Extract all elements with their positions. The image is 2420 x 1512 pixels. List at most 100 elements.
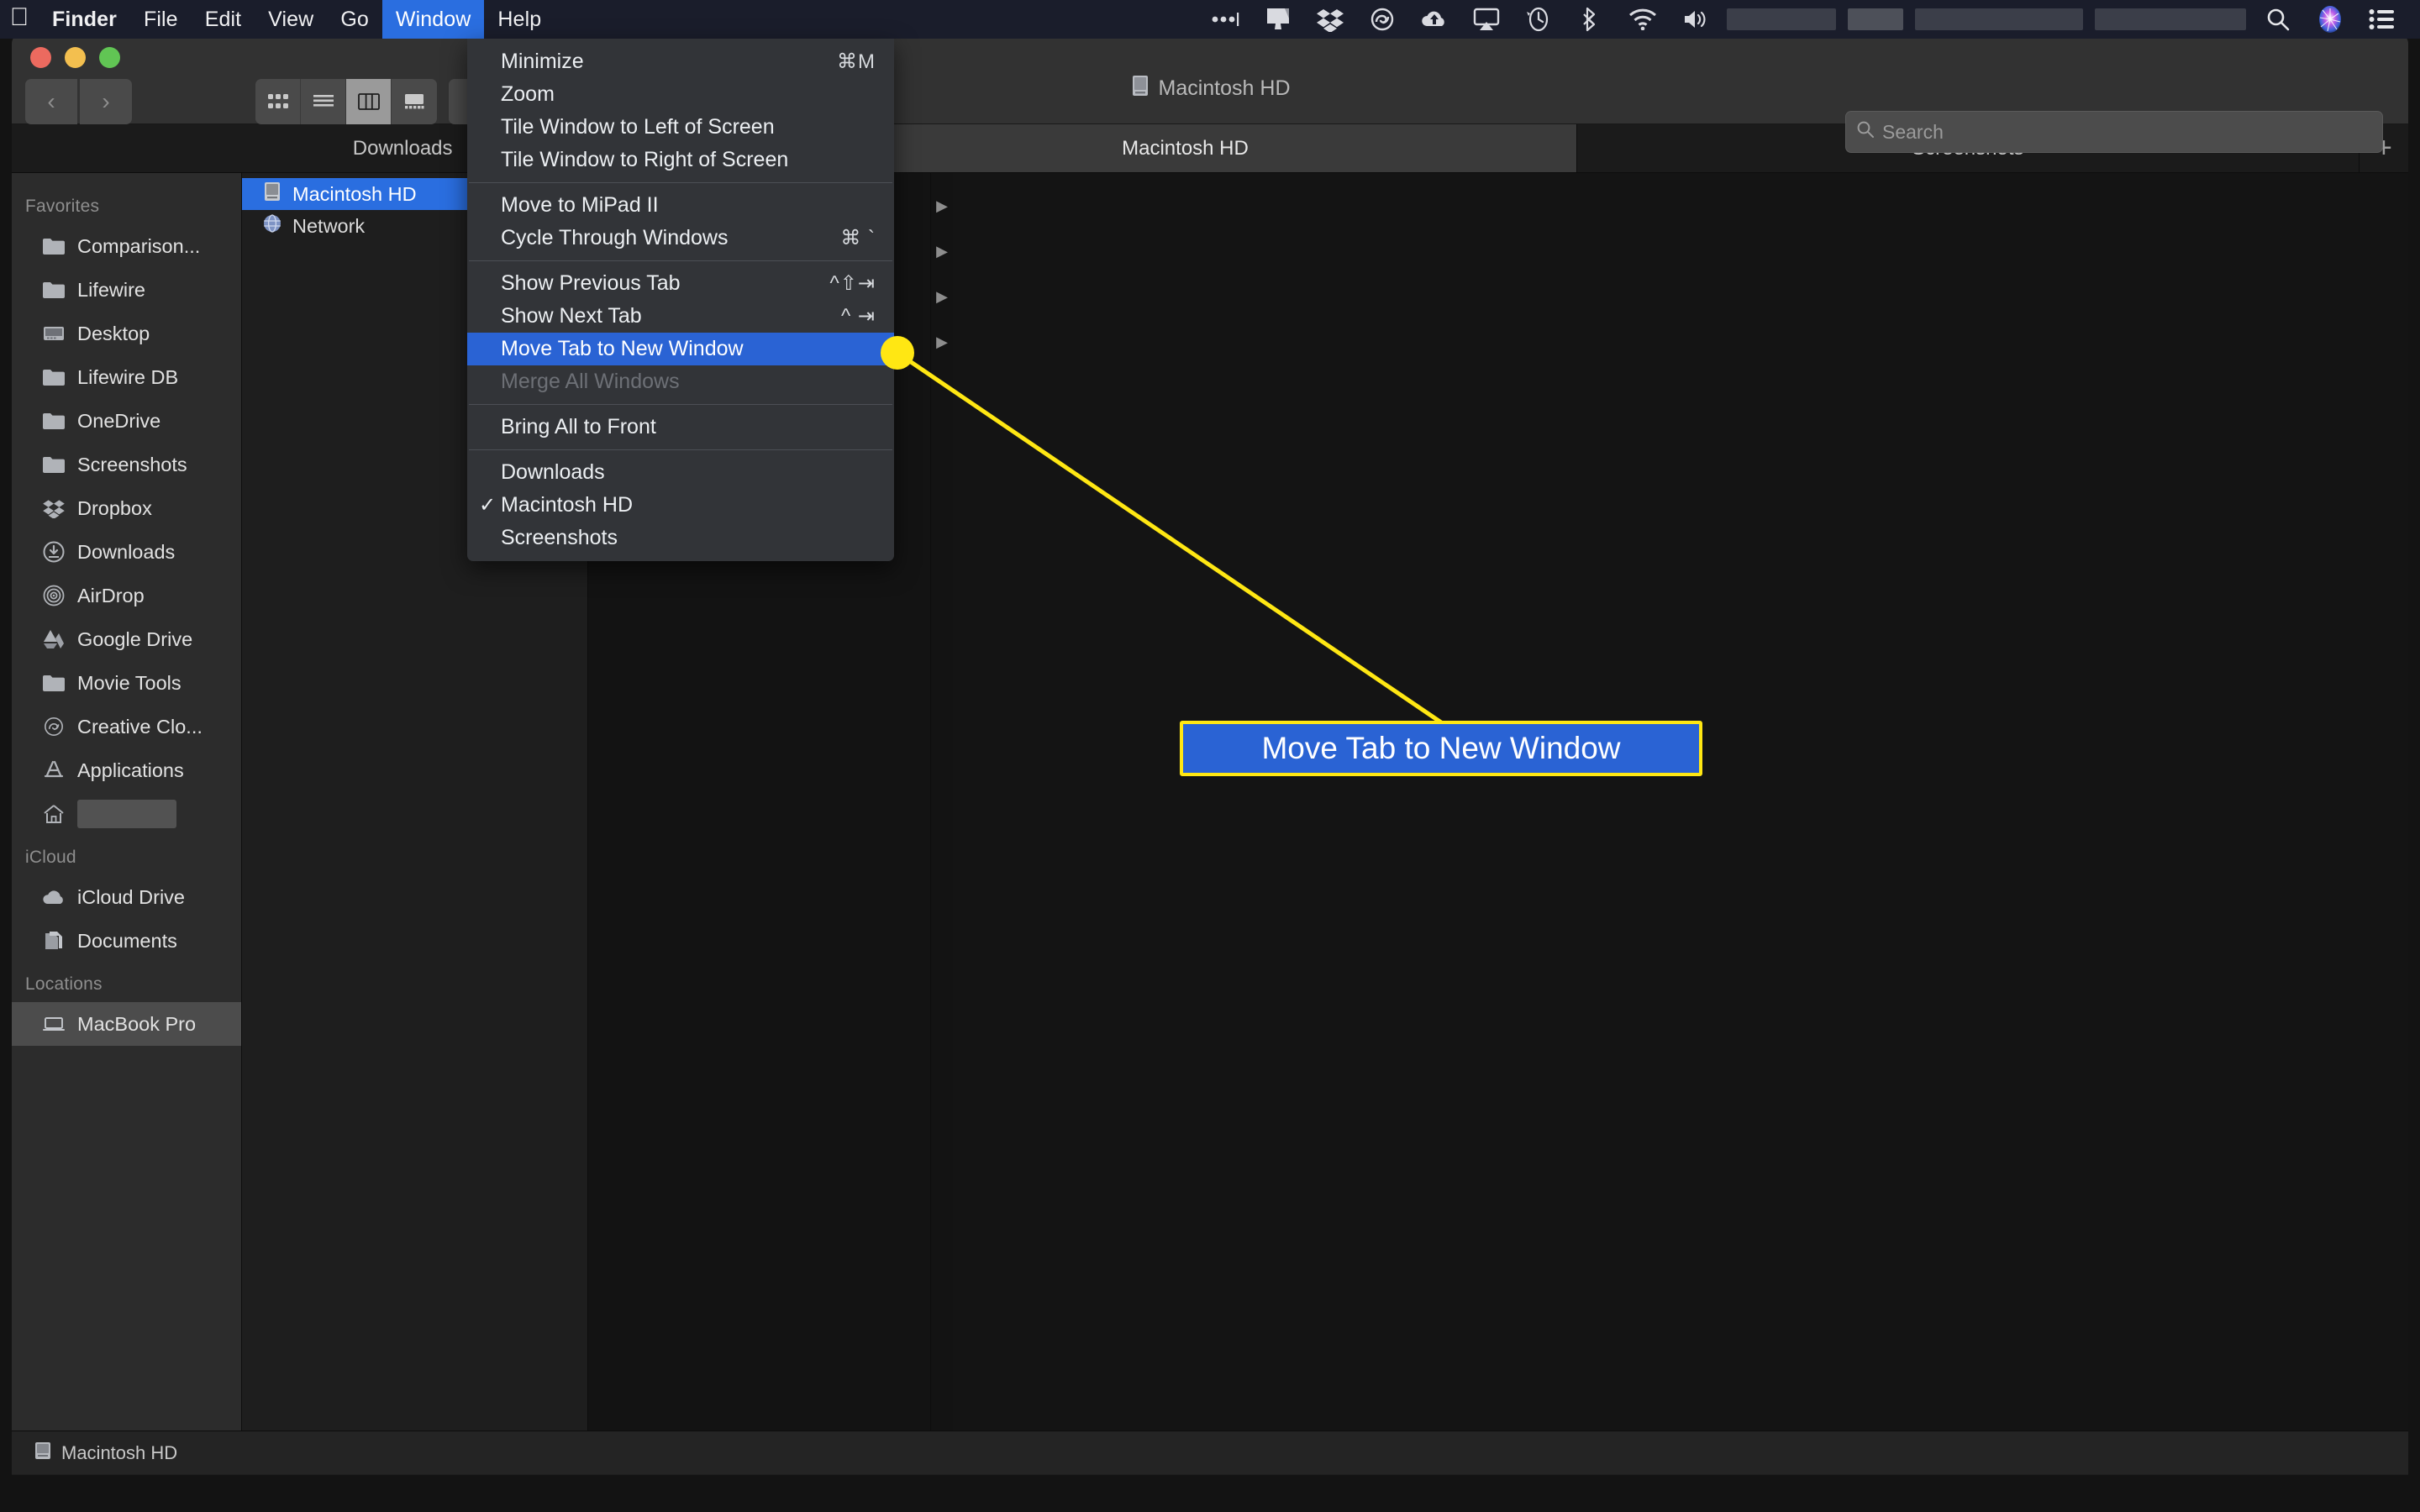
sidebar-item-applications[interactable]: Applications (12, 748, 241, 792)
menu-bar:  Finder File Edit View Go Window Help (0, 0, 2420, 39)
menu-item-label: Minimize (501, 50, 584, 73)
control-center-icon[interactable] (2356, 0, 2408, 39)
time-machine-icon[interactable] (1512, 0, 1565, 39)
menu-item-label: Merge All Windows (501, 370, 680, 393)
callout-label: Move Tab to New Window (1180, 721, 1702, 776)
sidebar-item-dropbox[interactable]: Dropbox (12, 486, 241, 530)
sidebar-item-lifewire-db[interactable]: Lifewire DB (12, 355, 241, 399)
sidebar-item-creative-cloud[interactable]: Creative Clo... (12, 705, 241, 748)
menu-file[interactable]: File (130, 0, 192, 39)
sidebar: Favorites Comparison... Lifewire Desktop… (12, 173, 242, 1431)
minimize-button[interactable] (65, 47, 86, 68)
status-bar: Macintosh HD (12, 1431, 2408, 1474)
menu-item-move-to-mipad[interactable]: Move to MiPad II (467, 189, 894, 222)
sidebar-item-screenshots[interactable]: Screenshots (12, 443, 241, 486)
forward-button[interactable]: › (80, 79, 132, 124)
file-row-label: Network (292, 214, 366, 237)
sidebar-item-label: Applications (77, 759, 184, 781)
menu-item-show-previous-tab[interactable]: Show Previous Tab ^⇧⇥ (467, 267, 894, 300)
icon-view-icon[interactable] (255, 79, 301, 124)
folder-icon (40, 365, 67, 390)
menu-item-move-tab-to-new-window[interactable]: Move Tab to New Window (467, 333, 894, 365)
sidebar-item-icloud-drive[interactable]: iCloud Drive (12, 875, 241, 919)
search-icon (1856, 120, 1875, 144)
sidebar-item-lifewire[interactable]: Lifewire (12, 268, 241, 312)
sidebar-item-movie-tools[interactable]: Movie Tools (12, 661, 241, 705)
display-icon[interactable] (1252, 0, 1304, 39)
sidebar-item-macbook-pro[interactable]: MacBook Pro (12, 1002, 241, 1046)
ellipsis-menu-icon[interactable] (1200, 0, 1252, 39)
redacted-menu-extra-1 (1727, 8, 1836, 30)
menu-item-bring-all-to-front[interactable]: Bring All to Front (467, 411, 894, 444)
menu-item-label: Zoom (501, 82, 555, 106)
siri-icon[interactable] (2304, 0, 2356, 39)
sidebar-item-desktop[interactable]: Desktop (12, 312, 241, 355)
disclosure-arrow-icon[interactable]: ▶ (931, 319, 953, 365)
menu-item-label: Move Tab to New Window (501, 337, 744, 360)
hard-drive-icon (262, 181, 282, 207)
menu-window[interactable]: Window (381, 0, 485, 39)
redacted-menu-extra-2 (1848, 8, 1903, 30)
menu-edit[interactable]: Edit (192, 0, 255, 39)
search-icon[interactable] (2252, 0, 2304, 39)
close-button[interactable] (30, 47, 51, 68)
redacted-home-label (77, 800, 176, 828)
sidebar-item-label: Movie Tools (77, 671, 182, 694)
menu-item-show-next-tab[interactable]: Show Next Tab ^ ⇥ (467, 300, 894, 333)
folder-icon (40, 277, 67, 302)
sidebar-section-icloud: iCloud (25, 848, 76, 867)
creative-cloud-icon (40, 714, 67, 739)
creative-cloud-icon[interactable] (1356, 0, 1408, 39)
dropbox-icon[interactable] (1304, 0, 1356, 39)
wifi-icon[interactable] (1617, 0, 1669, 39)
gallery-view-icon[interactable] (392, 79, 437, 124)
menu-item-window-macintosh-hd[interactable]: ✓ Macintosh HD (467, 489, 894, 522)
menu-item-tile-left[interactable]: Tile Window to Left of Screen (467, 111, 894, 144)
volume-icon[interactable] (1669, 0, 1721, 39)
sidebar-item-label: Desktop (77, 322, 150, 344)
disclosure-arrow-icon[interactable]: ▶ (931, 274, 953, 319)
maximize-button[interactable] (99, 47, 120, 68)
disclosure-arrow-icon[interactable]: ▶ (931, 183, 953, 228)
menu-view[interactable]: View (255, 0, 327, 39)
sidebar-item-airdrop[interactable]: AirDrop (12, 574, 241, 617)
sidebar-item-label: Screenshots (77, 453, 187, 475)
sidebar-item-home[interactable] (12, 792, 241, 836)
menu-item-label: Cycle Through Windows (501, 226, 729, 249)
navigation-buttons: ‹ › (25, 79, 132, 124)
column-view-icon[interactable] (346, 79, 392, 124)
sidebar-item-comparison[interactable]: Comparison... (12, 224, 241, 268)
menu-item-window-downloads[interactable]: Downloads (467, 456, 894, 489)
folder-icon (40, 234, 67, 259)
search-input[interactable]: Search (1845, 111, 2383, 153)
tab-macintosh-hd[interactable]: Macintosh HD (794, 124, 1577, 172)
app-store-icon (40, 758, 67, 783)
folder-icon (40, 408, 67, 433)
sidebar-item-documents[interactable]: Documents (12, 919, 241, 963)
sidebar-item-onedrive[interactable]: OneDrive (12, 399, 241, 443)
menu-finder[interactable]: Finder (39, 0, 130, 39)
disclosure-arrow-icon[interactable]: ▶ (931, 228, 953, 274)
menu-item-minimize[interactable]: Minimize ⌘M (467, 45, 894, 78)
menu-item-tile-right[interactable]: Tile Window to Right of Screen (467, 144, 894, 176)
preview-column (953, 173, 2408, 1431)
menu-item-window-screenshots[interactable]: Screenshots (467, 522, 894, 554)
apple-logo-icon[interactable]:  (0, 0, 39, 39)
sidebar-item-label: Lifewire DB (77, 365, 179, 388)
list-view-icon[interactable] (301, 79, 346, 124)
disclosure-arrow-column: ▶ ▶ ▶ ▶ (931, 173, 953, 1431)
page-title: Macintosh HD (1158, 76, 1291, 100)
sidebar-item-google-drive[interactable]: Google Drive (12, 617, 241, 661)
sidebar-section-favorites: Favorites (25, 197, 100, 216)
menu-item-label: Move to MiPad II (501, 193, 659, 217)
sidebar-item-downloads[interactable]: Downloads (12, 530, 241, 574)
cloud-upload-icon[interactable] (1408, 0, 1460, 39)
menu-help[interactable]: Help (484, 0, 555, 39)
airplay-icon[interactable] (1460, 0, 1512, 39)
menu-item-cycle-through-windows[interactable]: Cycle Through Windows ⌘ ` (467, 222, 894, 255)
menu-item-zoom[interactable]: Zoom (467, 78, 894, 111)
bluetooth-icon[interactable] (1565, 0, 1617, 39)
menu-go[interactable]: Go (327, 0, 382, 39)
menu-item-shortcut: ^ ⇥ (840, 305, 876, 328)
back-button[interactable]: ‹ (25, 79, 77, 124)
